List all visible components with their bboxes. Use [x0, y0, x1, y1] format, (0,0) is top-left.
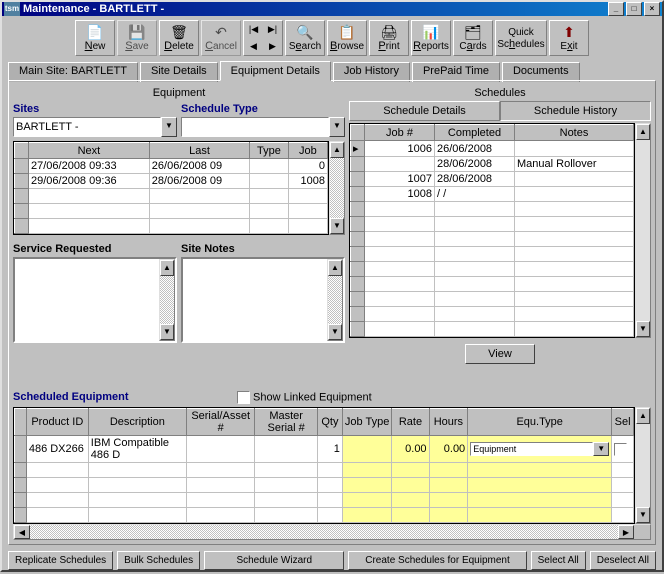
dropdown-icon[interactable]: ▼ — [161, 117, 177, 137]
cards-icon: 🗂 — [464, 24, 482, 40]
nav-last-button[interactable]: ▶| — [263, 21, 282, 38]
browse-icon: 📋 — [338, 24, 355, 40]
exit-icon: ⬆ — [563, 24, 575, 40]
browse-button[interactable]: 📋Browse — [327, 20, 367, 56]
cards-button[interactable]: 🗂Cards — [453, 20, 493, 56]
col-description[interactable]: Description — [88, 409, 186, 436]
tab-body: Equipment Sites ▼ Schedule Type ▼ NextLa… — [8, 80, 656, 545]
cancel-button[interactable]: ↶Cancel — [201, 20, 241, 56]
reports-icon: 📊 — [422, 24, 439, 40]
app-icon: tsm — [4, 2, 20, 16]
print-icon: 🖨 — [380, 24, 398, 40]
print-button[interactable]: 🖨Print — [369, 20, 409, 56]
toolbar: 📄New 💾Save 🗑Delete ↶Cancel |◀ ▶| ◀ ▶ 🔍Se… — [2, 16, 662, 58]
schedule-type-label: Schedule Type — [181, 101, 345, 117]
schedule-type-input[interactable] — [181, 117, 329, 137]
service-requested-label: Service Requested — [13, 241, 177, 257]
sites-label: Sites — [13, 101, 177, 117]
create-schedules-button[interactable]: Create Schedules for Equipment — [348, 551, 526, 570]
tab-documents[interactable]: Documents — [502, 62, 580, 82]
equipment-grid[interactable]: NextLastTypeJob 27/06/2008 09:3326/06/20… — [13, 141, 329, 235]
quick-schedules-button[interactable]: QuickSchedules — [495, 20, 547, 56]
col-rate[interactable]: Rate — [392, 409, 429, 436]
search-button[interactable]: 🔍Search — [285, 20, 325, 56]
tab-site-details[interactable]: Site Details — [140, 62, 218, 82]
col-sel[interactable]: Sel — [612, 409, 634, 436]
dropdown-icon[interactable]: ▼ — [329, 117, 345, 137]
col-type[interactable]: Type — [250, 143, 288, 159]
scroll-down-icon[interactable]: ▼ — [330, 218, 344, 234]
equipment-header: Equipment — [13, 85, 345, 101]
col-job-type[interactable]: Job Type — [342, 409, 391, 436]
titlebar: tsm Maintenance - BARTLETT - _ □ × — [2, 2, 662, 16]
schedule-wizard-button[interactable]: Schedule Wizard — [204, 551, 344, 570]
scheduled-equipment-label: Scheduled Equipment — [13, 389, 233, 405]
tab-schedule-history[interactable]: Schedule History — [500, 101, 651, 121]
col-completed[interactable]: Completed — [435, 125, 515, 141]
exit-button[interactable]: ⬆Exit — [549, 20, 589, 56]
replicate-schedules-button[interactable]: Replicate Schedules — [8, 551, 113, 570]
col-master-serial[interactable]: Master Serial # — [255, 409, 317, 436]
window-title: Maintenance - BARTLETT - — [23, 3, 164, 15]
nav-first-button[interactable]: |◀ — [244, 21, 263, 38]
site-notes-label: Site Notes — [181, 241, 345, 257]
equip-grid2-hscrollbar[interactable]: ◀▶ — [13, 524, 651, 540]
schedule-history-grid[interactable]: Job #CompletedNotes ▸100626/06/2008 28/0… — [349, 123, 635, 338]
search-icon: 🔍 — [296, 24, 313, 40]
app-window: tsm Maintenance - BARTLETT - _ □ × 📄New … — [0, 0, 664, 572]
deselect-all-button[interactable]: Deselect All — [590, 551, 656, 570]
schedules-header: Schedules — [349, 85, 651, 101]
nav-next-button[interactable]: ▶ — [263, 38, 282, 55]
sites-input[interactable] — [13, 117, 161, 137]
minimize-button[interactable]: _ — [608, 2, 624, 16]
schedule-subtabs: Schedule Details Schedule History — [349, 101, 651, 121]
col-qty[interactable]: Qty — [317, 409, 342, 436]
bulk-schedules-button[interactable]: Bulk Schedules — [117, 551, 200, 570]
cancel-icon: ↶ — [215, 24, 227, 40]
sel-checkbox[interactable] — [614, 443, 627, 456]
col-hours[interactable]: Hours — [429, 409, 468, 436]
show-linked-checkbox[interactable]: Show Linked Equipment — [237, 391, 372, 404]
col-job[interactable]: Job — [288, 143, 327, 159]
close-button[interactable]: × — [644, 2, 660, 16]
service-requested-memo[interactable]: ▲▼ — [13, 257, 177, 343]
equip-grid2-scrollbar[interactable]: ▲▼ — [635, 407, 651, 524]
col-next[interactable]: Next — [29, 143, 150, 159]
delete-icon: 🗑 — [170, 24, 188, 40]
select-all-button[interactable]: Select All — [531, 551, 586, 570]
new-button[interactable]: 📄New — [75, 20, 115, 56]
col-last[interactable]: Last — [149, 143, 249, 159]
tab-prepaid-time[interactable]: PrePaid Time — [412, 62, 500, 82]
tab-equipment-details[interactable]: Equipment Details — [220, 61, 331, 81]
view-button[interactable]: View — [465, 344, 535, 364]
nav-buttons: |◀ ▶| ◀ ▶ — [243, 20, 283, 56]
col-product-id[interactable]: Product ID — [26, 409, 88, 436]
schedule-grid-scrollbar[interactable]: ▲▼ — [635, 123, 651, 338]
reports-button[interactable]: 📊Reports — [411, 20, 451, 56]
save-icon: 💾 — [128, 24, 145, 40]
col-jobnum[interactable]: Job # — [365, 125, 435, 141]
scheduled-equipment-grid[interactable]: Product ID Description Serial/Asset # Ma… — [13, 407, 635, 524]
site-notes-memo[interactable]: ▲▼ — [181, 257, 345, 343]
new-icon: 📄 — [86, 24, 103, 40]
nav-prev-button[interactable]: ◀ — [244, 38, 263, 55]
checkbox-icon[interactable] — [237, 391, 250, 404]
tab-main-site[interactable]: Main Site: BARTLETT — [8, 62, 138, 82]
tab-job-history[interactable]: Job History — [333, 62, 410, 82]
schedule-type-combo[interactable]: ▼ — [181, 117, 345, 137]
tab-schedule-details[interactable]: Schedule Details — [349, 101, 500, 121]
save-button[interactable]: 💾Save — [117, 20, 157, 56]
delete-button[interactable]: 🗑Delete — [159, 20, 199, 56]
col-equ-type[interactable]: Equ.Type — [468, 409, 612, 436]
footer-buttons: Replicate Schedules Bulk Schedules Sched… — [2, 549, 662, 574]
sites-combo[interactable]: ▼ — [13, 117, 177, 137]
maximize-button[interactable]: □ — [626, 2, 642, 16]
col-serial[interactable]: Serial/Asset # — [186, 409, 254, 436]
equip-grid-scrollbar[interactable]: ▲▼ — [329, 141, 345, 235]
scroll-up-icon[interactable]: ▲ — [330, 142, 344, 158]
col-notes[interactable]: Notes — [515, 125, 634, 141]
main-tabs: Main Site: BARTLETT Site Details Equipme… — [2, 60, 662, 80]
